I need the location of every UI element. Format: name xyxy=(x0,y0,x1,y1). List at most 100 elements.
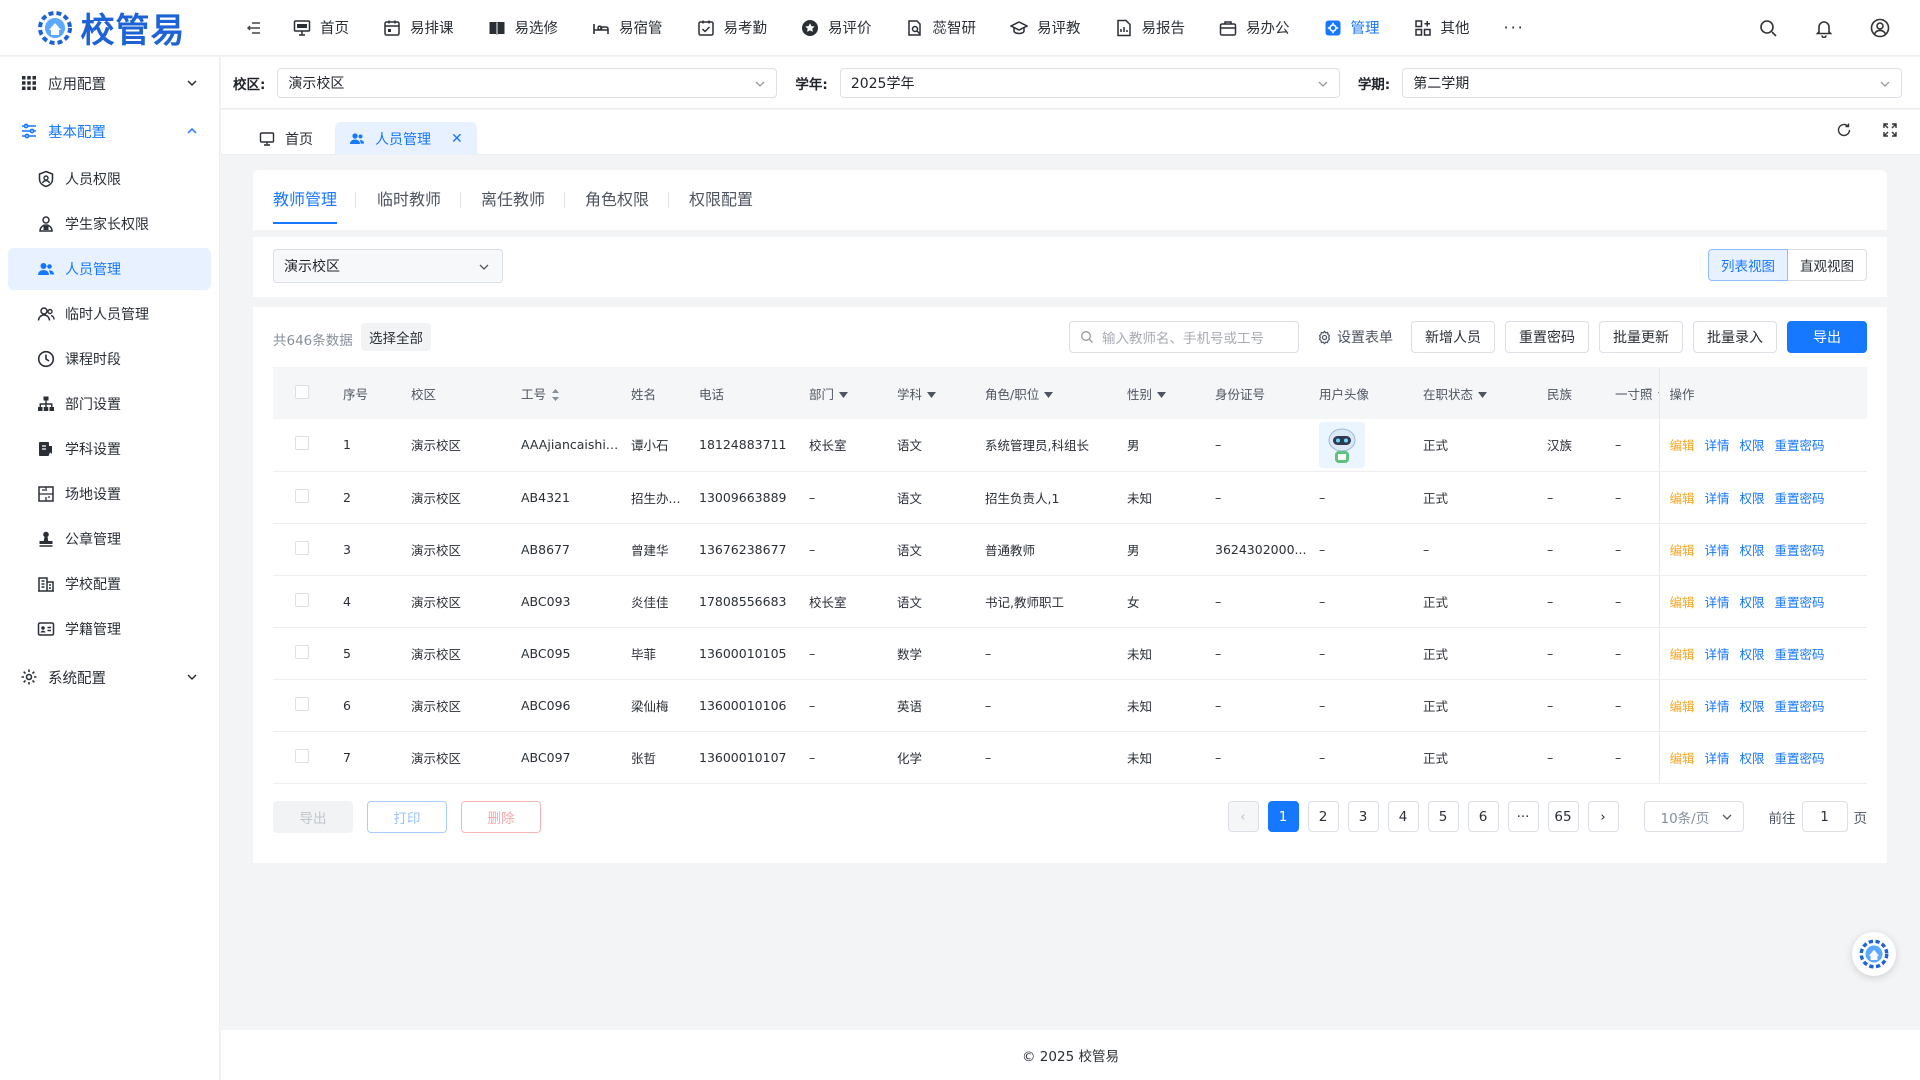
row-checkbox[interactable] xyxy=(295,644,309,659)
topnav-item[interactable]: 蕊智研 xyxy=(889,0,994,56)
edit-link[interactable]: 编辑 xyxy=(1670,647,1695,662)
assistant-float-button[interactable] xyxy=(1852,932,1896,976)
export-selected-button[interactable]: 导出 xyxy=(273,801,353,833)
filter-caret-icon[interactable] xyxy=(1157,392,1167,398)
filter-caret-icon[interactable] xyxy=(839,392,849,398)
form-settings-button[interactable]: 设置表单 xyxy=(1309,327,1401,347)
row-checkbox[interactable] xyxy=(295,436,309,451)
next-page-icon[interactable]: › xyxy=(1587,801,1619,832)
teacher-search-input[interactable]: 输入教师名、手机号或工号 xyxy=(1069,321,1299,353)
list-view-button[interactable]: 列表视图 xyxy=(1708,249,1788,281)
select-all-checkbox[interactable] xyxy=(295,384,309,399)
topnav-item[interactable]: 易选修 xyxy=(471,0,576,56)
sidebar-group-app-config[interactable]: 应用配置 xyxy=(0,59,219,107)
page-size-select[interactable]: 10条/页 xyxy=(1643,801,1744,832)
column-header-filterable[interactable]: 性别 xyxy=(1117,367,1205,419)
topnav-item[interactable]: 管理 xyxy=(1307,0,1397,56)
reset-password-link[interactable]: 重置密码 xyxy=(1775,491,1825,506)
reset-password-link[interactable]: 重置密码 xyxy=(1775,751,1825,766)
table-row[interactable]: 1 演示校区 AAAjiancaishiz... 谭小石 18124883711 校长室语… xyxy=(273,419,1867,472)
visual-view-button[interactable]: 直观视图 xyxy=(1788,249,1867,281)
column-header-sortable[interactable]: 工号 xyxy=(511,367,621,419)
sort-icon[interactable] xyxy=(551,388,560,402)
permission-link[interactable]: 权限 xyxy=(1740,595,1765,610)
reset-password-link[interactable]: 重置密码 xyxy=(1775,699,1825,714)
topnav-item[interactable]: 首页 xyxy=(276,0,366,56)
column-header-filterable[interactable]: 学科 xyxy=(887,367,975,419)
sidebar-group-system-config[interactable]: 系统配置 xyxy=(0,653,219,701)
subtab-teacher-management[interactable]: 教师管理 xyxy=(273,186,338,224)
row-checkbox[interactable] xyxy=(295,592,309,607)
campus-select[interactable]: 演示校区 xyxy=(277,67,778,98)
year-select[interactable]: 2025学年 xyxy=(839,67,1340,98)
sidebar-item[interactable]: 学校配置 xyxy=(8,563,211,605)
batch-update-button[interactable]: 批量更新 xyxy=(1599,321,1683,353)
permission-link[interactable]: 权限 xyxy=(1740,751,1765,766)
row-checkbox[interactable] xyxy=(295,488,309,503)
page-number-button[interactable]: 2 xyxy=(1307,801,1339,832)
sidebar-item[interactable]: 学生家长权限 xyxy=(8,203,211,245)
goto-page-input[interactable]: 1 xyxy=(1801,801,1848,832)
column-header-filterable[interactable]: 一寸照 xyxy=(1605,367,1659,419)
sidebar-item[interactable]: 学籍管理 xyxy=(8,608,211,650)
filter-caret-icon[interactable] xyxy=(927,392,937,398)
term-select[interactable]: 第二学期 xyxy=(1402,67,1903,98)
column-header-filterable[interactable]: 角色/职位 xyxy=(975,367,1117,419)
detail-link[interactable]: 详情 xyxy=(1705,491,1730,506)
page-number-button[interactable]: 1 xyxy=(1267,801,1299,832)
fullscreen-icon[interactable] xyxy=(1882,122,1898,138)
subtab-temp-teachers[interactable]: 临时教师 xyxy=(377,186,441,222)
reset-password-link[interactable]: 重置密码 xyxy=(1775,543,1825,558)
campus-filter-select[interactable]: 演示校区 xyxy=(273,249,503,283)
edit-link[interactable]: 编辑 xyxy=(1670,438,1695,453)
detail-link[interactable]: 详情 xyxy=(1705,699,1730,714)
more-pages-button[interactable]: ··· xyxy=(1507,801,1539,832)
subtab-permission-config[interactable]: 权限配置 xyxy=(689,186,753,222)
topnav-item[interactable]: 易办公 xyxy=(1202,0,1307,56)
edit-link[interactable]: 编辑 xyxy=(1670,699,1695,714)
sidebar-item[interactable]: 部门设置 xyxy=(8,383,211,425)
topnav-item[interactable]: 易考勤 xyxy=(680,0,785,56)
sidebar-item[interactable]: 公章管理 xyxy=(8,518,211,560)
sidebar-item[interactable]: 临时人员管理 xyxy=(8,293,211,335)
detail-link[interactable]: 详情 xyxy=(1705,595,1730,610)
batch-import-button[interactable]: 批量录入 xyxy=(1693,321,1777,353)
refresh-icon[interactable] xyxy=(1836,122,1852,138)
add-staff-button[interactable]: 新增人员 xyxy=(1411,321,1495,353)
row-checkbox[interactable] xyxy=(295,748,309,763)
topnav-more-button[interactable]: ··· xyxy=(1487,0,1542,56)
column-header-filterable[interactable]: 部门 xyxy=(799,367,887,419)
page-number-button[interactable]: 5 xyxy=(1427,801,1459,832)
detail-link[interactable]: 详情 xyxy=(1705,751,1730,766)
page-number-button[interactable]: 6 xyxy=(1467,801,1499,832)
table-row[interactable]: 7 演示校区 ABC097 张哲 13600010107– 化学 – 未知 – – 正式 – – 编辑 详情… xyxy=(273,731,1867,784)
permission-link[interactable]: 权限 xyxy=(1740,543,1765,558)
permission-link[interactable]: 权限 xyxy=(1740,699,1765,714)
topnav-item[interactable]: 其他 xyxy=(1397,0,1487,56)
menu-collapse-icon[interactable] xyxy=(234,8,274,48)
table-row[interactable]: 5 演示校区 ABC095 毕菲 13600010105– 数学 – 未知 – – 正式 – – 编辑 详情… xyxy=(273,627,1867,680)
user-avatar-image[interactable] xyxy=(1319,421,1365,468)
topnav-item[interactable]: 易排课 xyxy=(366,0,471,56)
page-number-button[interactable]: 65 xyxy=(1547,801,1579,832)
edit-link[interactable]: 编辑 xyxy=(1670,751,1695,766)
edit-link[interactable]: 编辑 xyxy=(1670,491,1695,506)
app-logo[interactable]: 校管易 xyxy=(0,0,220,56)
user-avatar-icon[interactable] xyxy=(1870,18,1890,38)
page-tab-home[interactable]: 首页 xyxy=(245,122,327,155)
subtab-former-teachers[interactable]: 离任教师 xyxy=(481,186,545,222)
close-icon[interactable]: ✕ xyxy=(451,131,463,147)
prev-page-icon[interactable]: ‹ xyxy=(1227,801,1259,832)
permission-link[interactable]: 权限 xyxy=(1740,647,1765,662)
permission-link[interactable]: 权限 xyxy=(1740,438,1765,453)
header-checkbox[interactable] xyxy=(273,367,333,419)
reset-password-button[interactable]: 重置密码 xyxy=(1505,321,1589,353)
delete-button[interactable]: 删除 xyxy=(461,801,541,833)
print-button[interactable]: 打印 xyxy=(367,801,447,833)
sidebar-group-basic-config[interactable]: 基本配置 xyxy=(0,107,219,155)
bell-icon[interactable] xyxy=(1814,18,1834,38)
reset-password-link[interactable]: 重置密码 xyxy=(1775,438,1825,453)
detail-link[interactable]: 详情 xyxy=(1705,543,1730,558)
row-checkbox[interactable] xyxy=(295,696,309,711)
export-button[interactable]: 导出 xyxy=(1787,321,1867,353)
